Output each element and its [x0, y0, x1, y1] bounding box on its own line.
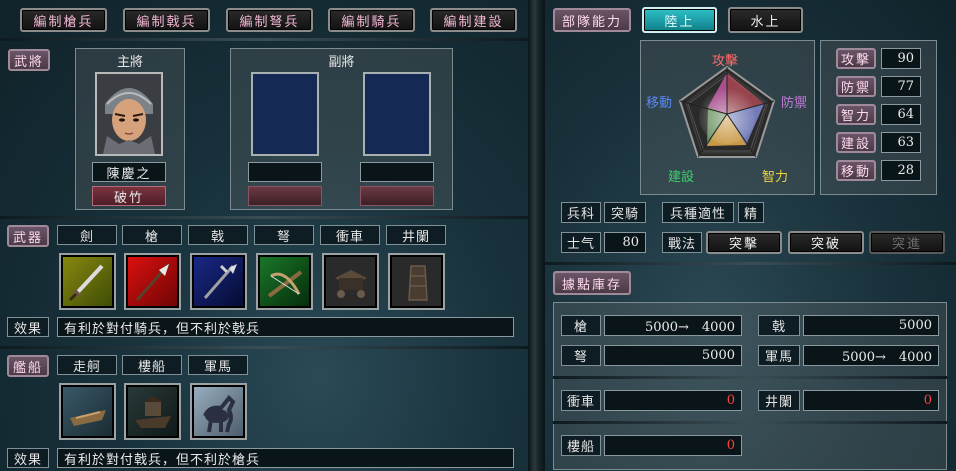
- general-tag: 武將: [8, 49, 50, 71]
- morale-value: 80: [604, 232, 646, 253]
- morale-label: 士气: [561, 232, 601, 253]
- tactics-label: 戰法: [662, 232, 702, 253]
- stat-label-defense: 防禦: [836, 76, 876, 97]
- storage-value-spear: 5000→ 4000: [604, 315, 742, 336]
- weapon-label-ram: 衝車: [320, 225, 380, 245]
- sub-general-1-name: [248, 162, 322, 182]
- unit-type-label: 兵科: [561, 202, 601, 223]
- storage-value-warhorse: 5000→ 4000: [803, 345, 939, 366]
- stat-label-intellect: 智力: [836, 104, 876, 125]
- unit-type-value: 突騎: [604, 202, 646, 223]
- storage-label-spear: 槍: [561, 315, 601, 336]
- halberd-icon[interactable]: [190, 253, 247, 310]
- tab-land[interactable]: 陸上: [642, 7, 717, 33]
- weapon-label-tower: 井闌: [386, 225, 446, 245]
- stat-value-move: 28: [881, 160, 921, 181]
- sub-general-label: 副將: [328, 55, 355, 70]
- weapon-label-sword: 劍: [57, 225, 117, 245]
- siege-tower-icon[interactable]: [388, 253, 445, 310]
- storage-label-halberd: 戟: [758, 315, 800, 336]
- storage-label-ship: 樓船: [561, 435, 601, 456]
- sub-general-slot-1[interactable]: [251, 72, 319, 156]
- storage-label-tower: 井闌: [758, 390, 800, 411]
- radar-label-attack: 攻擊: [712, 54, 739, 69]
- stat-value-defense: 77: [881, 76, 921, 97]
- small-boat-icon[interactable]: [59, 383, 116, 440]
- organize-spear-button[interactable]: 編制槍兵: [20, 8, 107, 32]
- main-general-label: 主將: [116, 55, 143, 70]
- storage-tag: 據點庫存: [553, 271, 631, 295]
- crossbow-icon[interactable]: [256, 253, 313, 310]
- organize-crossbow-button[interactable]: 編制弩兵: [226, 8, 313, 32]
- weapon-label-halberd: 戟: [188, 225, 248, 245]
- ship-effect-text: 有利於對付戟兵，但不利於槍兵: [57, 448, 514, 468]
- storage-value-halberd: 5000: [803, 315, 939, 336]
- stat-label-attack: 攻擊: [836, 48, 876, 69]
- aptitude-label: 兵種適性: [662, 202, 734, 223]
- sub-general-slot-2[interactable]: [363, 72, 431, 156]
- sword-icon[interactable]: [59, 253, 116, 310]
- main-general-skill: 破竹: [92, 186, 166, 206]
- battering-ram-icon[interactable]: [322, 253, 379, 310]
- tactic-advance-button[interactable]: 突進: [869, 231, 945, 254]
- section-separator: [0, 346, 528, 349]
- section-separator: [0, 216, 528, 219]
- main-general-name: 陳慶之: [92, 162, 166, 182]
- storage-value-tower: 0: [803, 390, 939, 411]
- stat-value-attack: 90: [881, 48, 921, 69]
- sub-general-2-name: [360, 162, 434, 182]
- weapon-effect-text: 有利於對付騎兵，但不利於戟兵: [57, 317, 514, 337]
- large-ship-icon[interactable]: [124, 383, 181, 440]
- ship-label-warhorse: 軍馬: [188, 355, 248, 375]
- storage-value-crossbow: 5000: [604, 345, 742, 366]
- sub-general-1-skill: [248, 186, 322, 206]
- storage-value-ram: 0: [604, 390, 742, 411]
- weapon-effect-label: 效果: [7, 317, 49, 337]
- organize-builder-button[interactable]: 編制建設: [430, 8, 517, 32]
- aptitude-value: 精: [738, 202, 764, 223]
- warhorse-icon[interactable]: [190, 383, 247, 440]
- section-separator: [0, 38, 528, 41]
- section-separator: [545, 262, 956, 265]
- storage-label-crossbow: 弩: [561, 345, 601, 366]
- portrait-face-icon: [97, 74, 161, 154]
- spear-icon[interactable]: [124, 253, 181, 310]
- organize-cavalry-button[interactable]: 編制騎兵: [328, 8, 415, 32]
- section-separator: [553, 421, 947, 424]
- weapon-label-spear: 槍: [122, 225, 182, 245]
- tab-water[interactable]: 水上: [728, 7, 803, 33]
- radar-label-build: 建設: [668, 170, 695, 185]
- radar-label-intellect: 智力: [762, 170, 789, 185]
- weapon-label-crossbow: 弩: [254, 225, 314, 245]
- stat-label-build: 建設: [836, 132, 876, 153]
- radar-label-defense: 防禦: [781, 96, 808, 111]
- storage-label-warhorse: 軍馬: [758, 345, 800, 366]
- storage-label-ram: 衝車: [561, 390, 601, 411]
- weapons-tag: 武器: [7, 225, 49, 247]
- tactic-breakthrough-button[interactable]: 突破: [788, 231, 864, 254]
- ship-label-large-ship: 樓船: [122, 355, 182, 375]
- organize-halberd-button[interactable]: 編制戟兵: [123, 8, 210, 32]
- storage-value-ship: 0: [604, 435, 742, 456]
- unit-ability-tag: 部隊能力: [553, 8, 631, 32]
- stat-value-build: 63: [881, 132, 921, 153]
- ships-tag: 艦船: [7, 355, 49, 377]
- tactic-charge-button[interactable]: 突擊: [706, 231, 782, 254]
- ship-effect-label: 效果: [7, 448, 49, 468]
- stat-label-move: 移動: [836, 160, 876, 181]
- general-portrait[interactable]: [95, 72, 163, 156]
- sub-general-2-skill: [360, 186, 434, 206]
- panel-divider: [528, 0, 545, 471]
- section-separator: [553, 376, 947, 379]
- radar-label-move: 移動: [646, 96, 673, 111]
- ship-label-small-boat: 走舸: [57, 355, 117, 375]
- stat-value-intellect: 64: [881, 104, 921, 125]
